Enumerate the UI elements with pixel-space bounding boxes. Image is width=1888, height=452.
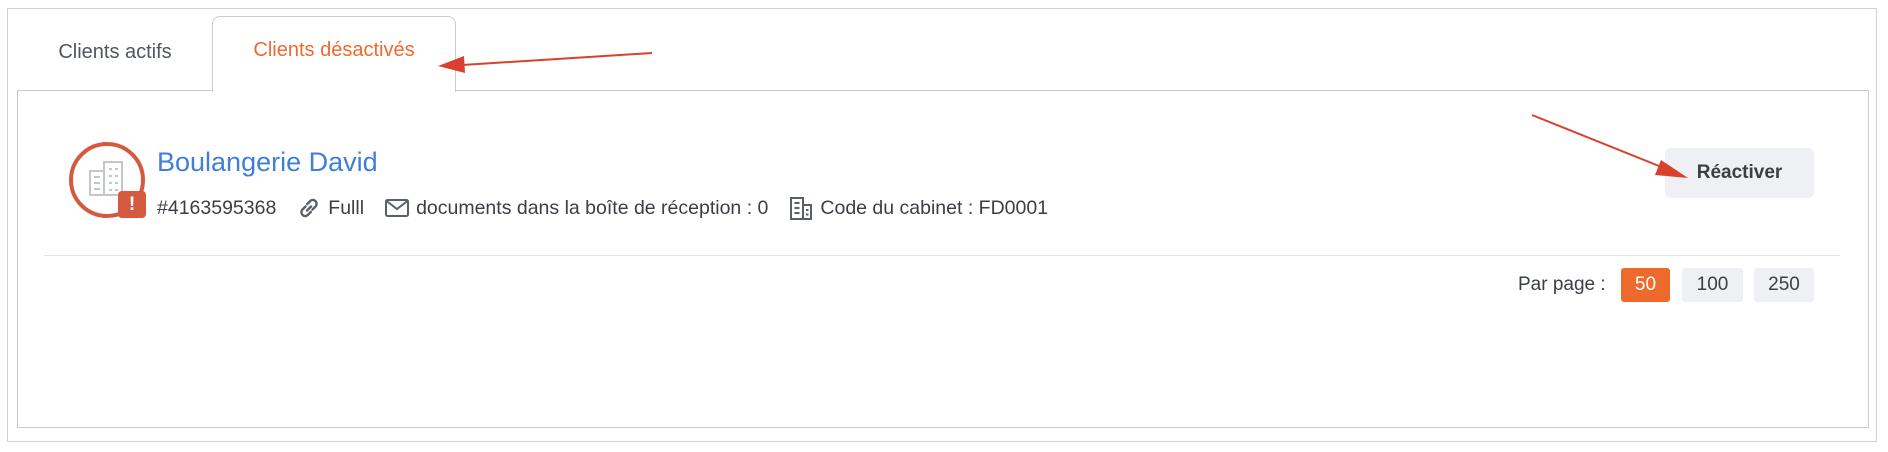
integration-link-label: Fulll (328, 196, 365, 219)
per-page-option-250[interactable]: 250 (1754, 268, 1814, 302)
client-name-link[interactable]: Boulangerie David (157, 146, 378, 178)
tab-clients-desactives[interactable]: Clients désactivés (212, 16, 456, 92)
per-page-label: Par page : (1518, 274, 1606, 295)
mail-icon (384, 198, 410, 218)
link-icon (296, 196, 322, 220)
office-building-icon (788, 195, 814, 221)
office-code: Code du cabinet : FD0001 (820, 196, 1049, 219)
inbox-documents-count: documents dans la boîte de réception : 0 (416, 196, 769, 219)
reactivate-button[interactable]: Réactiver (1665, 148, 1814, 198)
per-page-option-50[interactable]: 50 (1621, 268, 1670, 302)
clients-panel (17, 90, 1869, 428)
per-page-option-100[interactable]: 100 (1682, 268, 1743, 302)
tab-clients-actifs[interactable]: Clients actifs (20, 22, 210, 82)
client-id: #4163595368 (157, 196, 277, 219)
row-divider (44, 255, 1840, 256)
client-meta: #4163595368 Fulll documents dans la boît… (157, 193, 1048, 223)
alert-badge: ! (118, 191, 146, 218)
